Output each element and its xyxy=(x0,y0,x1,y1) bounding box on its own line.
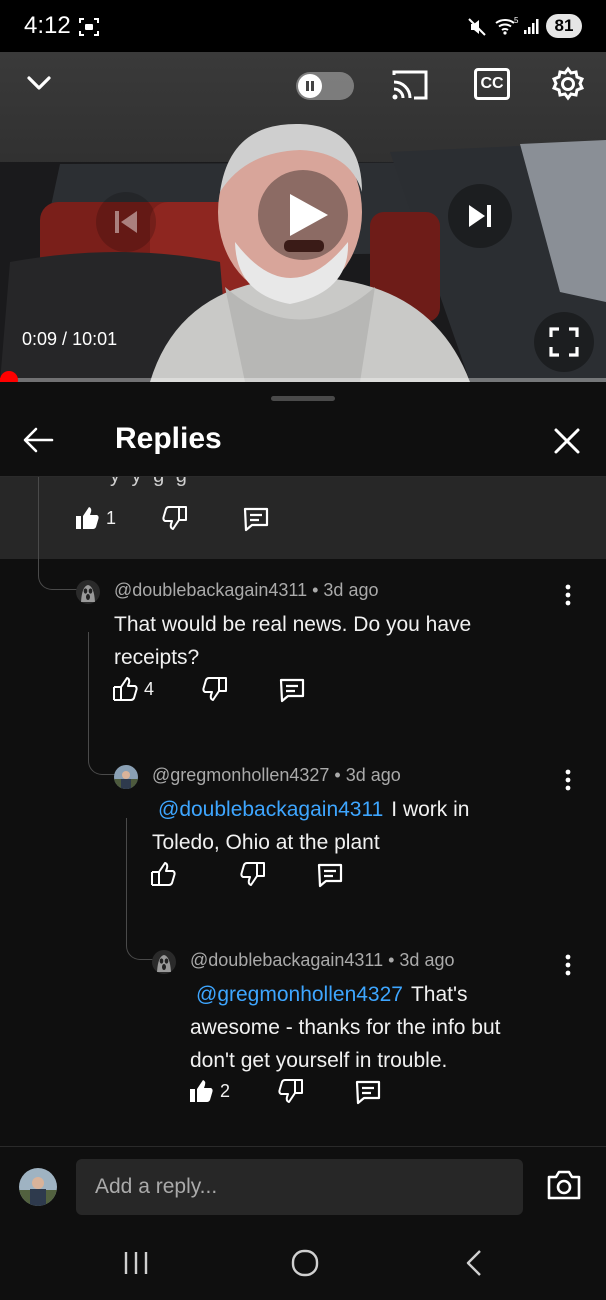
close-icon[interactable] xyxy=(552,426,582,456)
comment-header: @gregmonhollen4327 • 3d ago xyxy=(152,765,401,786)
avatar[interactable] xyxy=(76,580,100,604)
play-button[interactable] xyxy=(258,170,348,260)
previous-button[interactable] xyxy=(96,192,156,252)
comment-author[interactable]: @doublebackagain4311 xyxy=(190,950,383,970)
cast-icon[interactable] xyxy=(390,68,430,102)
wifi-icon: 5 xyxy=(495,16,519,35)
comment-header: @doublebackagain4311 • 3d ago xyxy=(114,580,378,601)
back-arrow-icon[interactable] xyxy=(22,426,54,454)
comment-header: @doublebackagain4311 • 3d ago xyxy=(190,950,454,971)
comment-separator: • xyxy=(329,765,346,785)
action-row: 2 xyxy=(188,1078,408,1110)
home-icon[interactable] xyxy=(290,1248,320,1278)
comment-body: That would be real news. Do you have rec… xyxy=(114,613,472,669)
like-count: 2 xyxy=(220,1080,231,1101)
panel-title: Replies xyxy=(115,422,222,455)
thumb-down-icon[interactable] xyxy=(240,861,266,887)
comment-mention[interactable]: @doublebackagain4311 xyxy=(158,798,383,821)
like-count: 4 xyxy=(144,678,155,699)
time-separator: / xyxy=(57,329,73,349)
mute-icon xyxy=(468,18,486,36)
more-vert-icon[interactable] xyxy=(558,767,578,795)
comment-age: 3d ago xyxy=(323,580,379,600)
action-row: 4 xyxy=(112,676,332,708)
time-current: 0:09 xyxy=(22,329,58,349)
highlighted-comment: y y g g 1 xyxy=(0,477,606,559)
thumb-down-icon[interactable] xyxy=(162,505,188,531)
play-icon xyxy=(290,194,328,236)
comment-text: @doublebackagain4311 I work in Toledo, Oh… xyxy=(152,793,532,859)
reply-icon[interactable] xyxy=(242,505,270,533)
recent-apps-icon[interactable] xyxy=(122,1248,150,1278)
status-time: 4:12 xyxy=(24,12,71,39)
my-avatar[interactable] xyxy=(19,1168,57,1206)
avatar[interactable] xyxy=(152,950,176,974)
thumb-up-icon xyxy=(151,862,176,886)
thread-line xyxy=(38,477,80,590)
autoplay-toggle-knob xyxy=(298,74,322,98)
autoplay-toggle-icon[interactable] xyxy=(296,72,354,100)
comment-mention[interactable]: @gregmonhollen4327 xyxy=(196,983,403,1006)
chevron-down-icon[interactable] xyxy=(24,68,54,98)
comment-text: @gregmonhollen4327 That's awesome - thank… xyxy=(190,978,535,1077)
like-button[interactable] xyxy=(150,861,182,887)
drag-handle[interactable] xyxy=(271,396,335,401)
status-bar: 4:12 5 81 xyxy=(0,0,606,52)
more-vert-icon[interactable] xyxy=(558,582,578,610)
next-icon xyxy=(469,205,491,227)
gear-icon[interactable] xyxy=(550,66,586,102)
next-button[interactable] xyxy=(448,184,512,248)
reply-input[interactable] xyxy=(76,1159,523,1215)
camera-icon[interactable] xyxy=(546,1169,582,1201)
previous-icon xyxy=(115,211,137,233)
replies-panel: Replies y y g g 1 xyxy=(0,382,606,1152)
captions-icon[interactable]: CC xyxy=(474,68,510,100)
like-button[interactable]: 4 xyxy=(112,676,154,702)
comment-separator: • xyxy=(383,950,400,970)
comment-age: 3d ago xyxy=(345,765,401,785)
comment-separator: • xyxy=(307,580,324,600)
fullscreen-icon xyxy=(549,327,579,357)
reply-comment: @doublebackagain4311 • 3d ago @gregmonho… xyxy=(152,950,606,1130)
thumb-up-icon xyxy=(113,677,138,701)
reply-comment: @doublebackagain4311 • 3d ago That would… xyxy=(76,580,606,730)
wifi-label: 5 xyxy=(514,16,519,25)
like-button[interactable]: 2 xyxy=(188,1078,230,1104)
reply-icon[interactable] xyxy=(278,676,306,704)
comment-text: That would be real news. Do you have rec… xyxy=(114,608,534,674)
more-vert-icon[interactable] xyxy=(558,952,578,980)
back-icon[interactable] xyxy=(462,1248,486,1278)
comment-age: 3d ago xyxy=(399,950,455,970)
thumb-down-icon[interactable] xyxy=(202,676,228,702)
reply-icon[interactable] xyxy=(354,1078,382,1106)
reply-composer xyxy=(0,1146,606,1232)
time-readout: 0:09 / 10:01 xyxy=(22,329,117,350)
battery-icon: 81 xyxy=(546,14,582,38)
signal-icon xyxy=(524,19,539,34)
like-button[interactable]: 1 xyxy=(74,505,116,531)
action-row: 1 xyxy=(74,505,294,537)
thumb-down-icon[interactable] xyxy=(278,1078,304,1104)
fullscreen-button[interactable] xyxy=(534,312,594,372)
cut-off-comment-text: y y g g xyxy=(110,477,190,488)
comment-author[interactable]: @gregmonhollen4327 xyxy=(152,765,329,785)
video-player[interactable]: CC 0:09 / 10:01 xyxy=(0,52,606,382)
reply-icon[interactable] xyxy=(316,861,344,889)
screen-record-icon xyxy=(79,18,99,36)
comment-author[interactable]: @doublebackagain4311 xyxy=(114,580,307,600)
thumb-up-filled-icon xyxy=(190,1080,213,1102)
action-row xyxy=(150,861,370,893)
system-nav-bar xyxy=(0,1232,606,1300)
avatar[interactable] xyxy=(114,765,138,789)
reply-comment: @gregmonhollen4327 • 3d ago @doublebacka… xyxy=(114,765,606,915)
like-count: 1 xyxy=(106,507,117,528)
time-total: 10:01 xyxy=(72,329,118,349)
